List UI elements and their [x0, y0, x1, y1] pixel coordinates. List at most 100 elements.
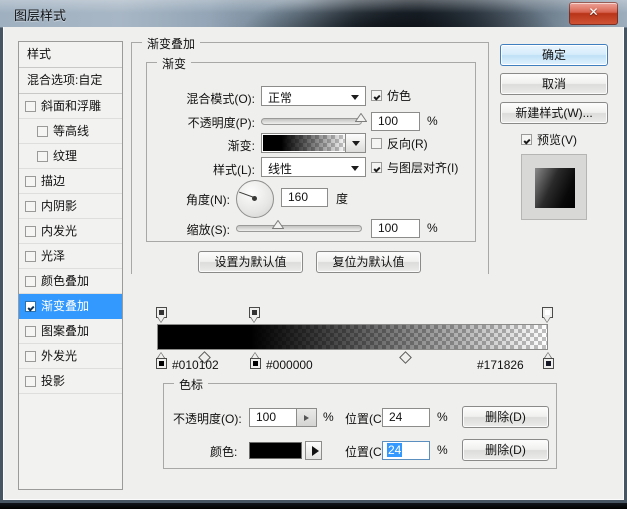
angle-input[interactable]: 160 — [281, 188, 328, 207]
style-item-satin[interactable]: 光泽 — [19, 244, 122, 269]
align-with-layer-label: 与图层对齐(I) — [387, 161, 459, 175]
scale-slider-track[interactable] — [236, 225, 362, 232]
opacity-position-input[interactable]: 24 — [382, 408, 430, 427]
style-item-inner-shadow[interactable]: 内阴影 — [19, 194, 122, 219]
gradient-editor-strip[interactable] — [157, 324, 548, 350]
style-item-stroke[interactable]: 描边 — [19, 169, 122, 194]
chevron-down-icon — [351, 95, 359, 100]
ok-button[interactable]: 确定 — [500, 44, 608, 66]
delete-opacity-stop-button[interactable]: 删除(D) — [462, 406, 549, 428]
checkbox-reverse[interactable] — [371, 138, 382, 149]
cancel-button[interactable]: 取消 — [500, 73, 608, 95]
align-with-layer-checkbox[interactable]: 与图层对齐(I) — [371, 159, 458, 176]
color-stop-1[interactable] — [250, 352, 261, 369]
checkbox-inner-glow[interactable] — [25, 225, 36, 237]
checkbox-satin[interactable] — [25, 250, 36, 262]
close-icon: ✕ — [588, 5, 599, 19]
opacity-stop-0[interactable] — [156, 307, 167, 324]
color-position-input[interactable]: 24 — [382, 441, 430, 460]
set-default-button[interactable]: 设置为默认值 — [198, 251, 303, 273]
blending-options-row[interactable]: 混合选项:自定 — [19, 68, 122, 94]
preview-checkbox[interactable]: 预览(V) — [521, 131, 577, 148]
style-item-label: 投影 — [41, 374, 66, 388]
layer-style-dialog: 图层样式 ✕ 样式 混合选项:自定 斜面和浮雕 等高线 纹理 描边 内阴影 内发… — [0, 0, 627, 503]
color-stop-1-hex: #000000 — [266, 358, 313, 372]
checkbox-contour[interactable] — [37, 125, 48, 137]
dither-label: 仿色 — [387, 89, 412, 103]
opacity-stop-fill — [159, 310, 164, 315]
new-style-button[interactable]: 新建样式(W)... — [500, 102, 608, 124]
checkbox-pattern-overlay[interactable] — [25, 325, 36, 337]
color-stop-fill — [546, 361, 551, 366]
gradient-preset-select[interactable] — [261, 133, 366, 153]
angle-label: 角度(N): — [186, 193, 230, 207]
color-position-value: 24 — [387, 443, 403, 457]
opacity-stop-1[interactable] — [249, 307, 260, 324]
opacity-slider-thumb[interactable] — [355, 113, 367, 122]
opacity-stop-pointer — [250, 317, 258, 323]
scale-label: 缩放(S): — [186, 223, 230, 237]
checkbox-gradient-overlay[interactable] — [25, 300, 36, 312]
stop-opacity-input[interactable]: 100 — [249, 408, 297, 427]
styles-list-header: 样式 — [19, 42, 122, 68]
opacity-stop-2[interactable] — [542, 307, 553, 324]
checkbox-drop-shadow[interactable] — [25, 375, 36, 387]
dither-checkbox[interactable]: 仿色 — [371, 87, 411, 104]
style-item-label: 颜色叠加 — [41, 274, 90, 288]
style-item-color-overlay[interactable]: 颜色叠加 — [19, 269, 122, 294]
opacity-stop-pointer — [543, 317, 551, 323]
angle-dial[interactable] — [236, 180, 274, 218]
style-item-inner-glow[interactable]: 内发光 — [19, 219, 122, 244]
title-bar[interactable]: 图层样式 ✕ — [0, 0, 627, 28]
checkbox-dither[interactable] — [371, 90, 382, 101]
scale-slider-thumb[interactable] — [272, 220, 284, 229]
checkbox-align-with-layer[interactable] — [371, 162, 382, 173]
chevron-down-icon — [351, 166, 359, 171]
checkbox-outer-glow[interactable] — [25, 350, 36, 362]
color-stop-handle — [250, 358, 261, 369]
scale-input[interactable]: 100 — [371, 219, 420, 238]
stop-color-dropdown-icon[interactable] — [305, 441, 322, 460]
stop-color-swatch[interactable] — [249, 442, 302, 459]
checkbox-texture[interactable] — [37, 150, 48, 162]
delete-color-stop-button[interactable]: 删除(D) — [462, 439, 549, 461]
checkbox-stroke[interactable] — [25, 175, 36, 187]
color-stop-handle — [156, 358, 167, 369]
color-stop-2[interactable] — [543, 352, 554, 369]
reverse-checkbox[interactable]: 反向(R) — [371, 135, 428, 152]
stop-opacity-stepper[interactable] — [297, 408, 317, 427]
style-item-drop-shadow[interactable]: 投影 — [19, 369, 122, 394]
style-item-outer-glow[interactable]: 外发光 — [19, 344, 122, 369]
style-item-label: 内发光 — [41, 224, 78, 238]
style-item-contour[interactable]: 等高线 — [19, 119, 122, 144]
checkbox-inner-shadow[interactable] — [25, 200, 36, 212]
style-item-label: 等高线 — [53, 124, 90, 138]
style-item-pattern-overlay[interactable]: 图案叠加 — [19, 319, 122, 344]
blend-mode-value: 正常 — [268, 91, 293, 105]
reverse-label: 反向(R) — [387, 137, 428, 151]
gradient-preview-swatch — [263, 135, 347, 151]
preview-label: 预览(V) — [537, 133, 577, 147]
style-item-bevel-emboss[interactable]: 斜面和浮雕 — [19, 94, 122, 119]
blend-mode-select[interactable]: 正常 — [261, 86, 366, 106]
style-item-texture[interactable]: 纹理 — [19, 144, 122, 169]
group-right-edge — [488, 42, 489, 274]
gradient-style-select[interactable]: 线性 — [261, 157, 366, 177]
checkbox-bevel-emboss[interactable] — [25, 100, 36, 112]
close-button[interactable]: ✕ — [569, 2, 618, 25]
reset-default-button[interactable]: 复位为默认值 — [316, 251, 421, 273]
color-stop-0[interactable] — [156, 352, 167, 369]
styles-list[interactable]: 样式 混合选项:自定 斜面和浮雕 等高线 纹理 描边 内阴影 内发光 光泽 颜色… — [18, 41, 123, 490]
style-item-gradient-overlay[interactable]: 渐变叠加 — [19, 294, 122, 319]
gradient-label: 渐变: — [227, 139, 255, 153]
checkbox-color-overlay[interactable] — [25, 275, 36, 287]
stop-opacity-unit: % — [323, 410, 334, 424]
color-stop-0-hex: #010102 — [172, 358, 219, 372]
gradient-style-value: 线性 — [268, 162, 293, 176]
opacity-slider-track[interactable] — [261, 118, 362, 125]
color-stop-group-title: 色标 — [174, 376, 209, 393]
style-item-label: 描边 — [41, 174, 66, 188]
opacity-input[interactable]: 100 — [371, 112, 420, 131]
stop-color-label: 颜色: — [210, 445, 238, 459]
checkbox-preview[interactable] — [521, 134, 532, 145]
